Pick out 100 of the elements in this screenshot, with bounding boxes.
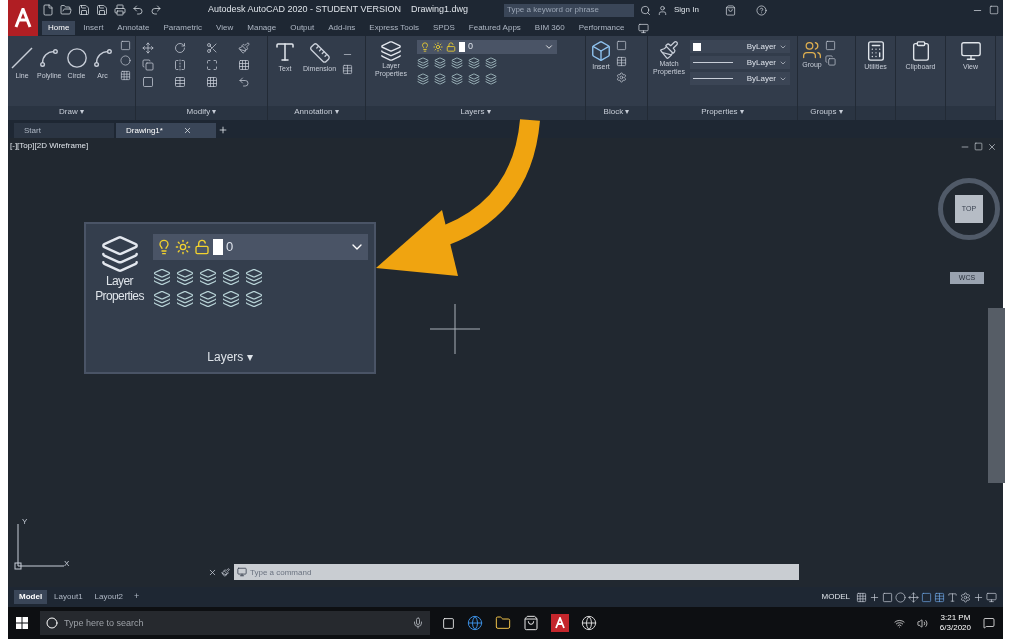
- ribbon-tab[interactable]: View: [210, 21, 240, 35]
- dropdown-caret-icon[interactable]: [544, 42, 554, 52]
- property-dropdown[interactable]: ByLayer: [690, 40, 790, 53]
- grid-icon[interactable]: [206, 76, 218, 88]
- plus-icon[interactable]: [973, 591, 984, 603]
- layer-tool-icon[interactable]: [176, 290, 194, 308]
- store-icon[interactable]: [523, 615, 539, 631]
- model-space-toggle[interactable]: MODEL: [821, 591, 850, 603]
- sun-icon[interactable]: [433, 42, 443, 52]
- layer-tool-icon[interactable]: [468, 57, 480, 69]
- sign-in-link[interactable]: Sign In: [673, 4, 699, 16]
- panel-title[interactable]: Annotation ▾: [268, 106, 365, 120]
- layer-tool-icon[interactable]: [199, 268, 217, 286]
- lightbulb-icon[interactable]: [156, 239, 172, 255]
- volume-icon[interactable]: [916, 617, 928, 629]
- copy-icon[interactable]: [142, 59, 154, 71]
- undo-icon[interactable]: [132, 4, 144, 16]
- file-tab[interactable]: Drawing1*: [116, 123, 216, 138]
- ribbon-tab[interactable]: Add-ins: [322, 21, 362, 35]
- command-line-field[interactable]: Type a command: [250, 564, 799, 580]
- table-icon[interactable]: [342, 63, 354, 75]
- save-as-icon[interactable]: [96, 4, 108, 16]
- ellipse-icon[interactable]: [119, 55, 131, 66]
- task-view-icon[interactable]: [442, 616, 455, 630]
- brush-icon[interactable]: [238, 42, 250, 54]
- layout-tab[interactable]: Layout2: [89, 590, 129, 604]
- ribbon-tab[interactable]: Home: [42, 21, 76, 35]
- ribbon-tab[interactable]: SPDS: [427, 21, 461, 35]
- layer-tool-icon[interactable]: [468, 73, 480, 85]
- restore-icon[interactable]: [974, 142, 983, 151]
- ribbon-tab[interactable]: Manage: [241, 21, 283, 35]
- layer-tool-icon[interactable]: [485, 73, 497, 85]
- layer-tool-icon[interactable]: [451, 73, 463, 85]
- layer-tool-icon[interactable]: [434, 57, 446, 69]
- screen-icon[interactable]: [986, 591, 997, 603]
- grid-icon[interactable]: [238, 59, 250, 71]
- redo-icon[interactable]: [150, 4, 162, 16]
- unlock-icon[interactable]: [446, 42, 456, 52]
- layer-tool-icon[interactable]: [451, 57, 463, 69]
- search-field[interactable]: Type a keyword or phrase: [503, 3, 634, 17]
- layer-tool-icon[interactable]: [245, 268, 263, 286]
- property-dropdown[interactable]: ByLayer: [690, 56, 790, 69]
- ribbon-tab[interactable]: Annotate: [111, 21, 156, 35]
- ribbon-tab[interactable]: Featured Apps: [462, 21, 527, 35]
- panel-title[interactable]: Properties ▾: [648, 106, 797, 120]
- windows-start-icon[interactable]: [16, 617, 28, 629]
- square-icon[interactable]: [142, 76, 154, 88]
- layer-properties-button[interactable]: Layer Properties: [92, 234, 147, 348]
- lightbulb-icon[interactable]: [420, 42, 430, 52]
- grid-icon[interactable]: [856, 591, 867, 603]
- new-file-icon[interactable]: [42, 4, 54, 16]
- close-icon[interactable]: [182, 126, 192, 135]
- globe-icon[interactable]: [581, 615, 597, 631]
- taskbar-search-field[interactable]: Type here to search: [64, 611, 406, 635]
- layer-tool-icon[interactable]: [153, 290, 171, 308]
- rotate-icon[interactable]: [174, 42, 186, 54]
- layer-dropdown[interactable]: 0: [417, 40, 557, 54]
- help-icon[interactable]: [755, 4, 767, 16]
- search-icon[interactable]: [639, 4, 651, 16]
- layer-dropdown[interactable]: 0: [153, 234, 368, 260]
- layer-tool-icon[interactable]: [176, 268, 194, 286]
- ribbon-tab[interactable]: BIM 360: [528, 21, 571, 35]
- scissors-icon[interactable]: [206, 42, 218, 54]
- open-folder-icon[interactable]: [60, 4, 72, 16]
- move-icon[interactable]: [142, 42, 154, 54]
- sun-icon[interactable]: [175, 239, 191, 255]
- ribbon-tab[interactable]: Performance: [572, 21, 631, 35]
- viewport-controls[interactable]: [-][Top][2D Wireframe]: [10, 140, 89, 152]
- panel-title[interactable]: Modify ▾: [136, 106, 267, 120]
- layer-tool-icon[interactable]: [222, 268, 240, 286]
- layer-tool-icon[interactable]: [417, 57, 429, 69]
- property-dropdown[interactable]: ByLayer: [690, 72, 790, 85]
- file-tab[interactable]: Start: [14, 123, 114, 138]
- layer-tool-icon[interactable]: [417, 73, 429, 85]
- panel-title[interactable]: Draw ▾: [8, 106, 135, 120]
- layer-tool-icon[interactable]: [485, 57, 497, 69]
- panel-title[interactable]: Layers ▾: [366, 106, 585, 120]
- layer-tool-icon[interactable]: [199, 290, 217, 308]
- layer-tool-icon[interactable]: [245, 290, 263, 308]
- close-icon[interactable]: [208, 567, 217, 577]
- close-icon[interactable]: [987, 142, 997, 152]
- maximize-icon[interactable]: [989, 5, 999, 15]
- panel-title[interactable]: Block ▾: [586, 106, 647, 120]
- settings-icon[interactable]: [960, 591, 971, 603]
- microphone-icon[interactable]: [406, 611, 430, 635]
- panel-title[interactable]: Layers ▾: [86, 348, 374, 372]
- layer-tool-icon[interactable]: [153, 268, 171, 286]
- scrollbar[interactable]: [988, 308, 1005, 483]
- add-layout-button[interactable]: +: [130, 590, 144, 604]
- ribbon-tab[interactable]: Insert: [77, 21, 110, 35]
- cortana-icon[interactable]: [40, 611, 64, 635]
- layout-tab[interactable]: Layout1: [49, 590, 88, 604]
- notifications-icon[interactable]: [983, 617, 995, 629]
- browser-icon[interactable]: [467, 615, 483, 631]
- layer-tool-icon[interactable]: [434, 73, 446, 85]
- save-icon[interactable]: [78, 4, 90, 16]
- folder-icon[interactable]: [495, 615, 511, 631]
- panel-title[interactable]: Groups ▾: [798, 106, 855, 120]
- layer-tool-icon[interactable]: [222, 290, 240, 308]
- rectangle-icon[interactable]: [119, 40, 131, 51]
